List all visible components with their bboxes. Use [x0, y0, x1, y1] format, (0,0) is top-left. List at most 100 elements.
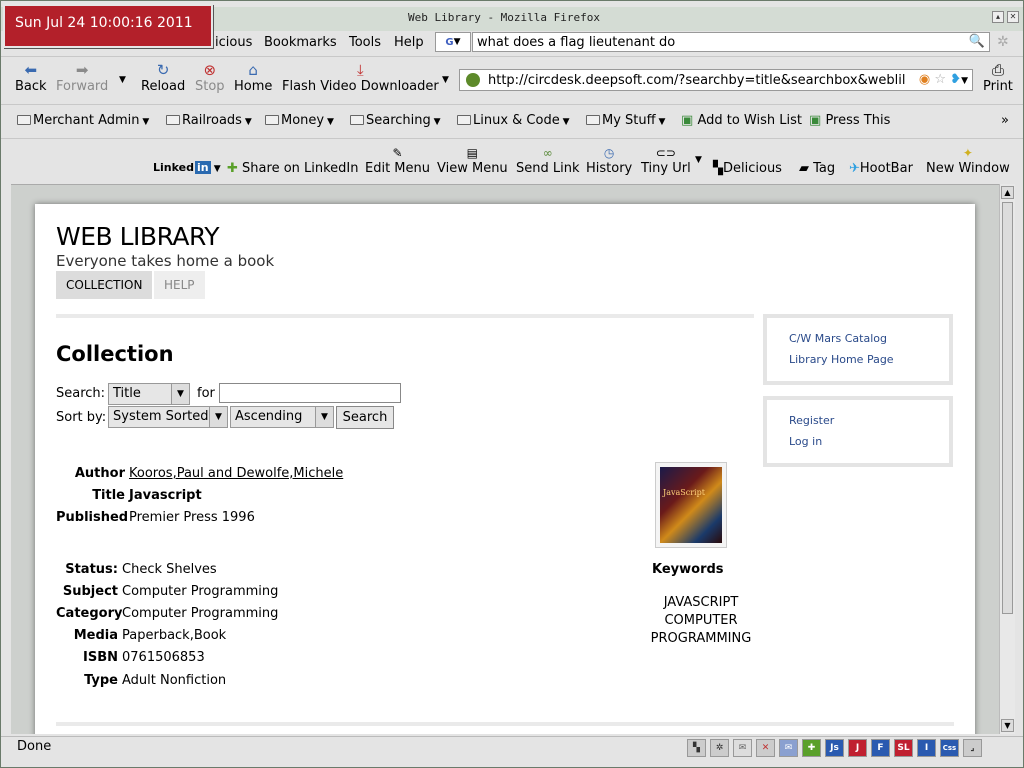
- mail-icon[interactable]: ✉: [733, 739, 752, 757]
- bookmark-folder-money[interactable]: Money ▼: [265, 113, 334, 128]
- tag-button[interactable]: ▰ Tag: [799, 161, 835, 176]
- flash-dropdown-icon[interactable]: ▼: [442, 75, 449, 85]
- keyword-item: COMPUTER: [664, 613, 738, 628]
- addon-status-icon[interactable]: ▚: [687, 739, 706, 757]
- tab-collection[interactable]: COLLECTION: [56, 271, 153, 299]
- clock-widget: Sun Jul 24 10:00:16 2011: [3, 4, 213, 48]
- sort-by-select[interactable]: System Sorted ▼: [108, 406, 228, 428]
- download-blocked-icon[interactable]: ✕: [756, 739, 775, 757]
- images-status-icon[interactable]: I: [917, 739, 936, 757]
- bookmark-label: My Stuff: [602, 113, 656, 128]
- sort-by-value: System Sorted: [113, 409, 209, 424]
- tab-help[interactable]: HELP: [154, 271, 205, 299]
- menu-bookmarks[interactable]: Bookmarks: [264, 35, 337, 50]
- vertical-scrollbar[interactable]: ▲ ▼: [999, 184, 1015, 734]
- java-status-icon[interactable]: J: [848, 739, 867, 757]
- book-cover-image[interactable]: JavaScript: [655, 462, 727, 548]
- star-icon[interactable]: ☆: [934, 72, 946, 87]
- status-text: Done: [17, 739, 52, 754]
- print-button[interactable]: ⎙ Print: [983, 61, 1013, 94]
- forward-button[interactable]: ➡ Forward: [56, 61, 108, 94]
- edit-menu-label: Edit Menu: [365, 161, 430, 176]
- category-value: Computer Programming: [122, 606, 279, 621]
- sidebar-account-box: Register Log in: [763, 396, 953, 467]
- view-menu-label: View Menu: [437, 161, 508, 176]
- new-window-button[interactable]: ✦ New Window: [926, 145, 1010, 176]
- bookmark-folder-my-stuff[interactable]: My Stuff ▼: [586, 113, 665, 128]
- bookmarks-overflow-icon[interactable]: »: [1001, 113, 1009, 128]
- twitter-icon[interactable]: ❥: [950, 72, 961, 87]
- linkedin-logo-badge: in: [194, 161, 211, 174]
- share-on-linkedin-button[interactable]: ✚ Share on LinkedIn: [227, 161, 359, 176]
- delicious-button[interactable]: ▚Delicious: [713, 161, 782, 176]
- css-status-icon[interactable]: Css: [940, 739, 959, 757]
- scroll-up-icon[interactable]: ▲: [1001, 186, 1014, 199]
- reload-icon: ↻: [156, 61, 170, 79]
- linkedin-logo[interactable]: Linked in ▼: [153, 161, 221, 174]
- tiny-url-dropdown-icon[interactable]: ▼: [695, 155, 702, 165]
- silverlight-status-icon[interactable]: SL: [894, 739, 913, 757]
- forward-arrow-icon: ➡: [75, 61, 89, 79]
- divider: [56, 314, 754, 318]
- bookmark-folder-railroads[interactable]: Railroads ▼: [166, 113, 252, 128]
- tiny-url-label: Tiny Url: [641, 161, 691, 176]
- search-button[interactable]: Search: [336, 406, 394, 429]
- download-icon: ⤓: [357, 61, 364, 79]
- stop-button[interactable]: ⊗ Stop: [195, 61, 225, 94]
- cw-mars-catalog-link[interactable]: C/W Mars Catalog: [789, 332, 887, 345]
- resize-grip-icon[interactable]: ⌟: [963, 739, 982, 757]
- bookmark-label: Merchant Admin: [33, 113, 140, 128]
- flash-status-icon[interactable]: F: [871, 739, 890, 757]
- home-button[interactable]: ⌂ Home: [234, 61, 272, 94]
- sort-order-select[interactable]: Ascending ▼: [230, 406, 334, 428]
- bookmark-label: Money: [281, 113, 325, 128]
- history-button[interactable]: ◷ History: [586, 145, 632, 176]
- close-button[interactable]: ✕: [1007, 11, 1019, 23]
- history-dropdown-icon[interactable]: ▼: [119, 75, 126, 85]
- scroll-down-icon[interactable]: ▼: [1001, 719, 1014, 732]
- stop-label: Stop: [195, 79, 225, 94]
- register-link[interactable]: Register: [789, 414, 834, 427]
- minimize-button[interactable]: ▴: [992, 11, 1004, 23]
- bookmark-folder-linux-code[interactable]: Linux & Code ▼: [457, 113, 570, 128]
- puzzle-icon[interactable]: ✚: [802, 739, 821, 757]
- url-bar[interactable]: http://circdesk.deepsoft.com/?searchby=t…: [459, 69, 973, 91]
- author-link[interactable]: Kooros,Paul and Dewolfe,Michele: [129, 466, 343, 481]
- scroll-thumb[interactable]: [1002, 202, 1013, 614]
- bookmark-folder-searching[interactable]: Searching ▼: [350, 113, 441, 128]
- flash-video-downloader-button[interactable]: ⤓ Flash Video Downloader: [282, 61, 439, 94]
- bookmark-add-to-wish-list[interactable]: ▣ Add to Wish List: [681, 113, 802, 128]
- js-status-icon[interactable]: Js: [825, 739, 844, 757]
- folder-icon: [350, 115, 364, 125]
- tiny-url-button[interactable]: ⊂⊃ Tiny Url: [641, 145, 691, 176]
- printer-icon: ⎙: [991, 61, 1004, 79]
- site-tagline: Everyone takes home a book: [56, 252, 275, 270]
- search-icon[interactable]: 🔍: [969, 34, 985, 49]
- rss-icon[interactable]: ◉: [919, 72, 930, 87]
- search-text-field[interactable]: [219, 383, 401, 403]
- mail-check-icon[interactable]: ✉: [779, 739, 798, 757]
- hootbar-button[interactable]: ✈HootBar: [849, 161, 913, 176]
- subject-label: Subject: [62, 584, 118, 599]
- search-by-select[interactable]: Title ▼: [108, 383, 190, 405]
- title-label: Title: [92, 488, 125, 503]
- send-link-button[interactable]: ∞ Send Link: [516, 145, 580, 176]
- addon-status-icon[interactable]: ✲: [710, 739, 729, 757]
- chevron-down-icon[interactable]: ▼: [961, 76, 968, 86]
- edit-menu-button[interactable]: ✎ Edit Menu: [365, 145, 430, 176]
- menu-delicious[interactable]: icious: [215, 35, 252, 50]
- menu-help[interactable]: Help: [394, 35, 424, 50]
- log-in-link[interactable]: Log in: [789, 435, 822, 448]
- library-home-page-link[interactable]: Library Home Page: [789, 353, 894, 366]
- bookmark-press-this[interactable]: ▣ Press This: [809, 113, 890, 128]
- menu-tools[interactable]: Tools: [349, 35, 381, 50]
- search-input[interactable]: what does a flag lieutenant do 🔍: [472, 32, 990, 52]
- search-engine-selector[interactable]: G ▼: [435, 32, 471, 52]
- type-value: Adult Nonfiction: [122, 673, 227, 688]
- for-label: for: [197, 386, 215, 401]
- view-menu-button[interactable]: ▤ View Menu: [437, 145, 508, 176]
- reload-button[interactable]: ↻ Reload: [141, 61, 185, 94]
- back-button[interactable]: ⬅ Back: [15, 61, 47, 94]
- site-identity-icon[interactable]: [466, 73, 480, 87]
- bookmark-folder-merchant-admin[interactable]: Merchant Admin ▼: [17, 113, 149, 128]
